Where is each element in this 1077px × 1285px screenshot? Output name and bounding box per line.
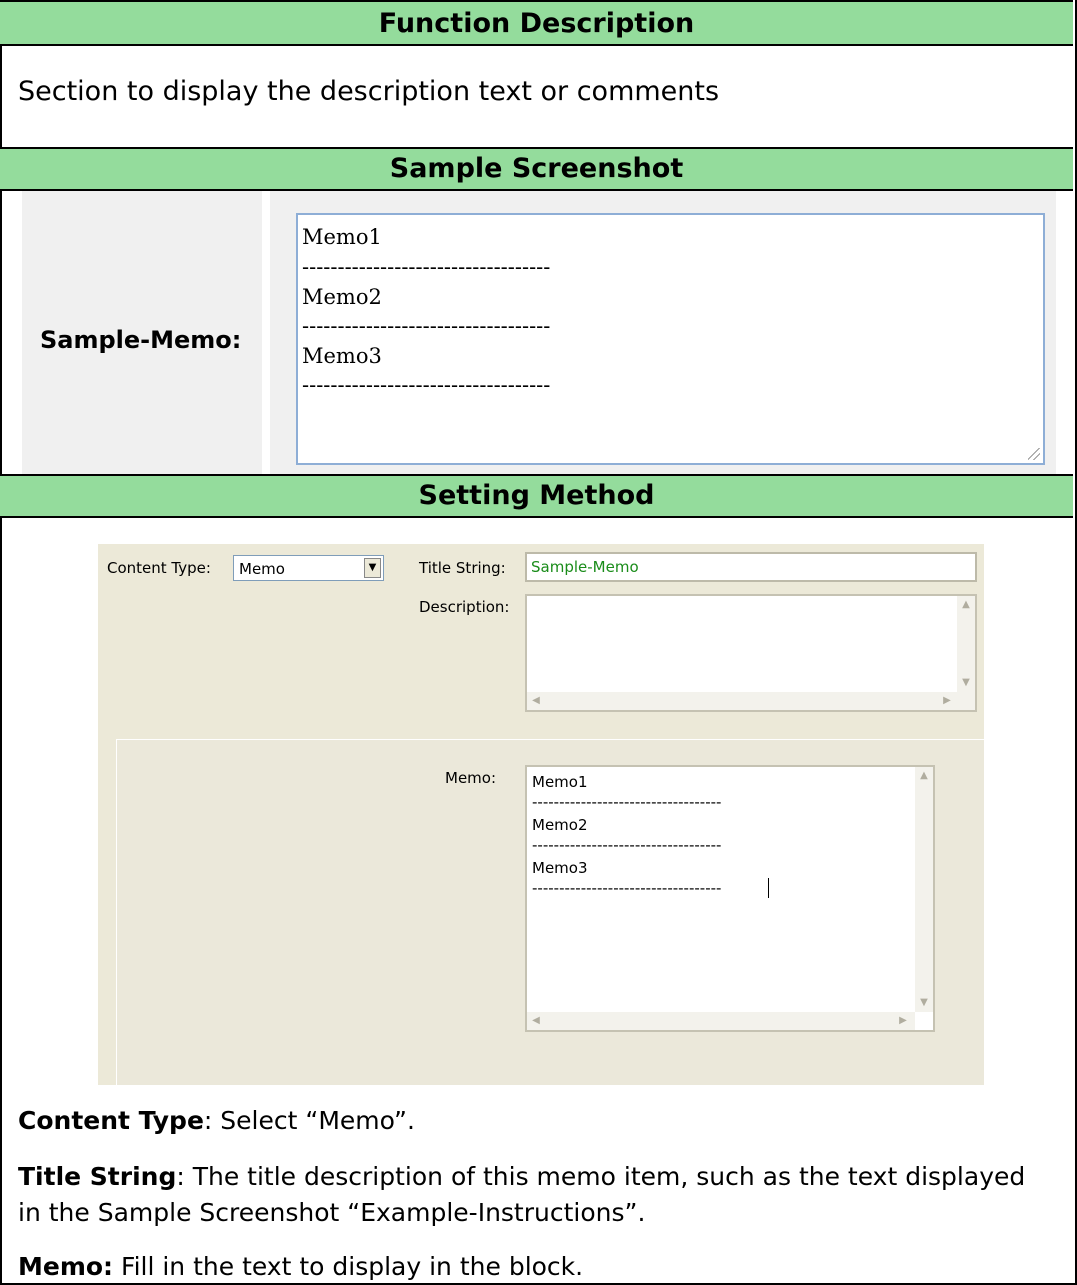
memo-line: Memo3 — [532, 859, 588, 877]
sample-memo-textarea[interactable]: Memo1 ----------------------------------… — [296, 213, 1045, 465]
memo-line: ----------------------------------- — [532, 836, 722, 854]
memo-label: Memo: — [445, 769, 497, 787]
scroll-right-icon[interactable]: ▶ — [939, 693, 955, 709]
horizontal-scrollbar[interactable]: ◀ ▶ — [527, 1012, 915, 1030]
scroll-down-icon[interactable]: ▼ — [958, 675, 974, 691]
scroll-up-icon[interactable]: ▲ — [916, 768, 932, 784]
vertical-scrollbar[interactable]: ▲ ▼ — [957, 596, 975, 692]
sample-memo-line: ----------------------------------- — [302, 314, 551, 338]
title-string-label: Title String: — [419, 559, 506, 577]
resize-grip-icon[interactable] — [1028, 448, 1040, 460]
content-type-value: Memo — [239, 560, 285, 578]
sample-memo-line: ----------------------------------- — [302, 255, 551, 279]
note-term: Content Type — [18, 1106, 204, 1135]
function-description-text: Section to display the description text … — [18, 76, 720, 107]
sample-memo-line: Memo1 — [302, 225, 382, 249]
sample-divider — [262, 191, 270, 474]
function-description-header: Function Description — [0, 0, 1073, 46]
note-text: : The title description of this memo ite… — [176, 1162, 1026, 1191]
note-term: Memo: — [18, 1252, 114, 1281]
title-string-value: Sample-Memo — [531, 558, 639, 576]
note-title-string-cont: in the Sample Screenshot “Example-Instru… — [18, 1198, 646, 1227]
sample-memo-line: Memo3 — [302, 344, 382, 368]
note-text: : Select “Memo”. — [203, 1106, 415, 1135]
content-type-select[interactable]: Memo ▼ — [233, 555, 384, 581]
scroll-left-icon[interactable]: ◀ — [528, 693, 544, 709]
scroll-up-icon[interactable]: ▲ — [958, 597, 974, 613]
memo-line: ----------------------------------- — [532, 793, 722, 811]
memo-line: Memo1 — [532, 773, 588, 791]
scroll-right-icon[interactable]: ▶ — [895, 1013, 911, 1029]
note-content-type: Content Type: Select “Memo”. — [18, 1104, 415, 1138]
description-textarea[interactable]: ▲ ▼ ◀ ▶ — [525, 594, 977, 712]
memo-line: Memo2 — [532, 816, 588, 834]
note-text: Fill in the text to display in the block… — [113, 1252, 584, 1281]
horizontal-scrollbar[interactable]: ◀ ▶ — [527, 692, 975, 710]
sample-screenshot-header: Sample Screenshot — [0, 147, 1073, 191]
note-memo: Memo: Fill in the text to display in the… — [18, 1250, 583, 1284]
text-caret — [768, 878, 769, 898]
scroll-down-icon[interactable]: ▼ — [916, 995, 932, 1011]
title-string-input[interactable]: Sample-Memo — [525, 552, 977, 582]
dropdown-arrow-icon[interactable]: ▼ — [364, 558, 381, 578]
sample-memo-line: Memo2 — [302, 285, 382, 309]
sample-memo-line: ----------------------------------- — [302, 373, 551, 397]
note-title-string: Title String: The title description of t… — [18, 1160, 1025, 1194]
note-term: Title String — [18, 1162, 177, 1191]
setting-method-header: Setting Method — [0, 474, 1073, 518]
memo-line: ----------------------------------- — [532, 879, 722, 897]
vertical-scrollbar[interactable]: ▲ ▼ — [915, 767, 933, 1012]
scroll-left-icon[interactable]: ◀ — [528, 1013, 544, 1029]
description-label: Description: — [419, 598, 510, 616]
sample-memo-label: Sample-Memo: — [40, 326, 242, 354]
content-type-label: Content Type: — [107, 559, 211, 577]
memo-textarea[interactable]: Memo1 ----------------------------------… — [525, 765, 935, 1032]
